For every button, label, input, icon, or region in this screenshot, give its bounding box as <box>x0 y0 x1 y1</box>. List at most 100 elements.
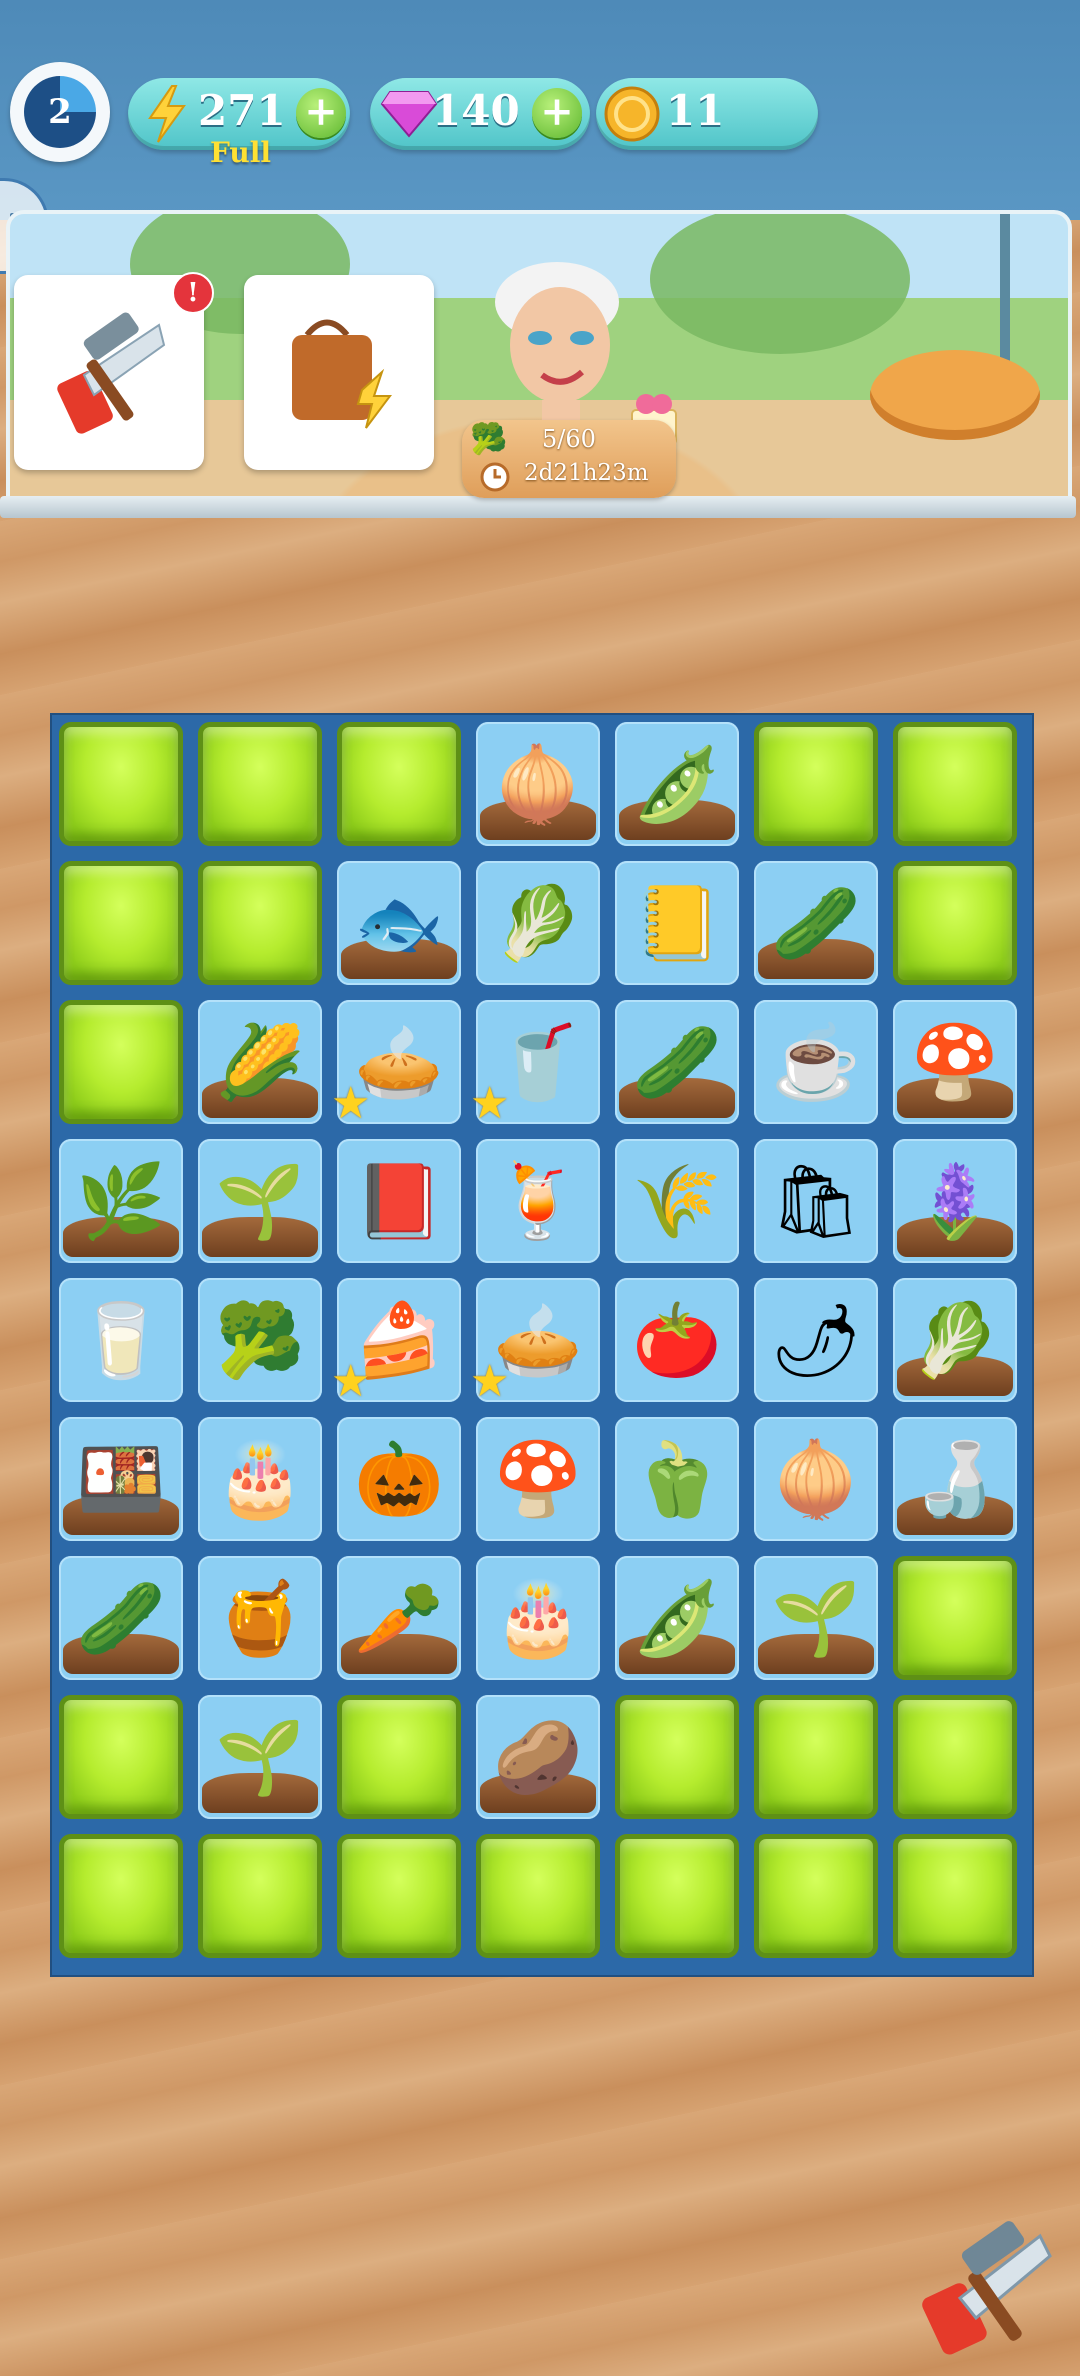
empty-board-tile[interactable] <box>754 1834 878 1958</box>
board-tile-cucumber[interactable]: 🥒 <box>615 1000 739 1124</box>
empty-board-tile[interactable] <box>893 861 1017 985</box>
peas-icon: 🫛 <box>632 742 722 826</box>
cookbook-icon: 📕 <box>354 1159 444 1243</box>
energy-value: 271 <box>198 86 286 135</box>
level-badge[interactable]: 2 <box>10 62 110 162</box>
empty-board-tile[interactable] <box>893 1834 1017 1958</box>
pepper-icon: 🫑 <box>632 1437 722 1521</box>
recipe-cards-icon: 📒 <box>632 881 722 965</box>
board-tile-mushroom[interactable]: 🍄 <box>476 1417 600 1541</box>
flour-bag-icon: 🌾 <box>632 1159 722 1243</box>
baking-tray-icon: 🍱 <box>76 1437 166 1521</box>
board-tile-tea-cup[interactable]: ☕ <box>754 1000 878 1124</box>
board-tile-chili-plant[interactable]: 🌶 <box>754 1278 878 1402</box>
board-tile-cookbook[interactable]: 📕 <box>337 1139 461 1263</box>
quest-timer: 2d21h23m <box>524 460 649 486</box>
coin-counter[interactable]: 11 <box>596 78 818 150</box>
gem-value: 140 <box>432 86 520 135</box>
empty-board-tile[interactable] <box>59 1695 183 1819</box>
board-tile-pea-pods[interactable]: 🫛 <box>615 1556 739 1680</box>
shopping-bag-order-card[interactable] <box>244 275 434 470</box>
empty-board-tile[interactable] <box>198 861 322 985</box>
board-tile-violet-flower[interactable]: 🪻 <box>893 1139 1017 1263</box>
star-icon: ★ <box>331 1356 371 1407</box>
violet-flower-icon: 🪻 <box>910 1159 1000 1243</box>
add-gems-button[interactable]: + <box>532 88 582 138</box>
empty-board-tile[interactable] <box>59 861 183 985</box>
board-tile-green-onion[interactable]: 🌱 <box>198 1139 322 1263</box>
chef-character <box>495 262 619 440</box>
board-tile-mushroom-large[interactable]: 🍄 <box>893 1000 1017 1124</box>
board-tile-honey-jar[interactable]: 🍯 <box>198 1556 322 1680</box>
board-tile-herbs[interactable]: 🌿 <box>59 1139 183 1263</box>
board-tile-baking-tray[interactable]: 🍱 <box>59 1417 183 1541</box>
empty-board-tile[interactable] <box>476 1834 600 1958</box>
empty-board-tile[interactable] <box>615 1834 739 1958</box>
board-tile-cream-pie[interactable]: 🥧 ★ <box>470 1278 600 1404</box>
gold-coin-icon <box>604 86 660 142</box>
green-onion-icon: 🌱 <box>215 1159 305 1243</box>
empty-board-tile[interactable] <box>754 1695 878 1819</box>
empty-board-tile[interactable] <box>337 722 461 846</box>
empty-board-tile[interactable] <box>337 1834 461 1958</box>
empty-board-tile[interactable] <box>615 1695 739 1819</box>
fish-icon: 🐟 <box>354 881 444 965</box>
board-tile-layer-cake[interactable]: 🎂 <box>198 1417 322 1541</box>
onion-icon: 🧅 <box>493 742 583 826</box>
board-tile-red-onion[interactable]: 🧅 <box>754 1417 878 1541</box>
board-tile-juice[interactable]: 🍹 <box>476 1139 600 1263</box>
board-tile-cucumber-sprout[interactable]: 🥒 <box>754 861 878 985</box>
add-energy-button[interactable]: + <box>296 88 346 138</box>
board-tile-lettuce[interactable]: 🥬 <box>476 861 600 985</box>
board-tile-flour-bag[interactable]: 🌾 <box>615 1139 739 1263</box>
board-tile-leek[interactable]: 🌱 <box>754 1556 878 1680</box>
parsnip-icon: 🥕 <box>354 1576 444 1660</box>
mushroom-icon: 🍄 <box>493 1437 583 1521</box>
board-tile-cauliflower[interactable]: 🥬 <box>893 1278 1017 1402</box>
empty-board-tile[interactable] <box>754 722 878 846</box>
board-tile-pepper[interactable]: 🫑 <box>615 1417 739 1541</box>
board-tile-milk-jug[interactable]: 🍶 <box>893 1417 1017 1541</box>
board-tile-recipe-cards[interactable]: 📒 <box>615 861 739 985</box>
banner-shelf <box>0 496 1076 518</box>
chili-plant-icon: 🌶 <box>770 1298 862 1382</box>
alert-badge: ! <box>172 272 214 314</box>
empty-board-tile[interactable] <box>198 722 322 846</box>
quest-timer-panel[interactable]: 🥦 5/60 2d21h23m <box>462 420 676 498</box>
board-tile-corn[interactable]: 🌽 <box>198 1000 322 1124</box>
board-tile-shopping-bag[interactable]: 🛍 <box>754 1139 878 1263</box>
empty-board-tile[interactable] <box>337 1695 461 1819</box>
board-tile-pie[interactable]: 🥧 ★ <box>331 1000 461 1126</box>
board-tile-pumpkin[interactable]: 🎃 <box>337 1417 461 1541</box>
board-tile-parsnip[interactable]: 🥕 <box>337 1556 461 1680</box>
shopping-bag-icon <box>292 319 392 429</box>
board-tile-fish[interactable]: 🐟 <box>337 861 461 985</box>
quest-progress: 5/60 <box>542 425 596 453</box>
empty-board-tile[interactable] <box>198 1834 322 1958</box>
board-tile-birthday-cake[interactable]: 🎂 <box>476 1556 600 1680</box>
empty-board-tile[interactable] <box>893 722 1017 846</box>
pea-pods-icon: 🫛 <box>632 1576 722 1660</box>
empty-board-tile[interactable] <box>59 722 183 846</box>
gem-counter[interactable]: 140 + <box>370 78 590 150</box>
broccoli-icon: 🥦 <box>215 1298 305 1382</box>
board-tile-broccoli[interactable]: 🥦 <box>198 1278 322 1402</box>
empty-board-tile[interactable] <box>59 1834 183 1958</box>
board-tile-pickle[interactable]: 🥒 <box>59 1556 183 1680</box>
board-tile-fig-cake[interactable]: 🍰 ★ <box>331 1278 461 1404</box>
board-tile-leek-sprout[interactable]: 🌱 <box>198 1695 322 1819</box>
board-tile-peas[interactable]: 🫛 <box>615 722 739 846</box>
board-tile-tomato[interactable]: 🍅 <box>615 1278 739 1402</box>
star-icon: ★ <box>470 1356 510 1407</box>
tomato-icon: 🍅 <box>632 1298 722 1382</box>
board-tile-coffee-cup[interactable]: 🥛 <box>59 1278 183 1402</box>
empty-board-tile[interactable] <box>59 1000 183 1124</box>
board-tile-potato[interactable]: 🥔 <box>476 1695 600 1819</box>
tools-button[interactable] <box>920 2218 1060 2358</box>
empty-board-tile[interactable] <box>893 1695 1017 1819</box>
empty-board-tile[interactable] <box>893 1556 1017 1680</box>
merge-board: 🧅 🫛 🐟 🥬 📒 🥒 🌽 🥧 ★ 🥤 ★ 🥒 ☕ 🍄 🌿 🌱 📕 🍹 🌾 🛍 🪻 🥛 🥦 🍰 ★ 🥧 ★ 🍅 🌶 🥬 🍱 🎂 🎃 🍄 🫑 🧅 🍶 🥒 🍯 🥕… <box>50 713 1034 1977</box>
board-tile-onion[interactable]: 🧅 <box>476 722 600 846</box>
board-tile-smoothie[interactable]: 🥤 ★ <box>470 1000 600 1126</box>
herbs-icon: 🌿 <box>76 1159 166 1243</box>
